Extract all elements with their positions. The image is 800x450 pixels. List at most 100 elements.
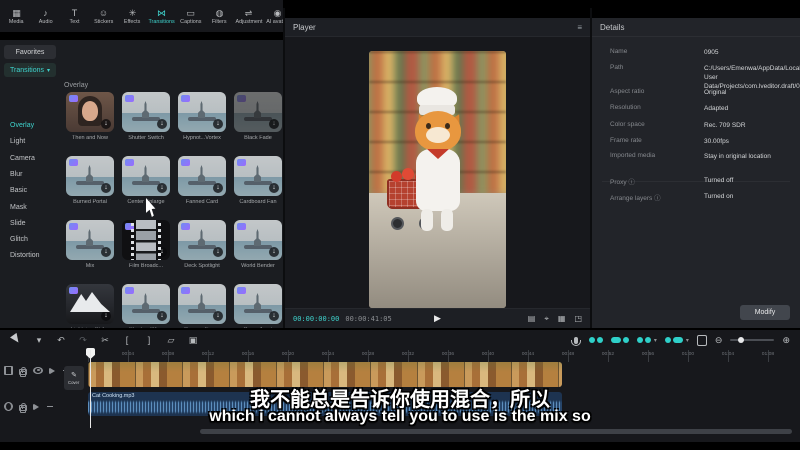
download-icon[interactable]: ↓ — [101, 119, 111, 129]
transition-thumbnail[interactable]: ↓ — [178, 284, 226, 324]
transition-thumbnail[interactable]: ↓ — [66, 284, 114, 324]
split-icon[interactable]: ✂ — [94, 335, 116, 346]
download-icon[interactable]: ↓ — [157, 183, 167, 193]
redo-icon[interactable]: ↷ — [72, 335, 94, 346]
transition-card[interactable]: ↓ Film Broadc... — [122, 220, 170, 269]
tab-text[interactable]: T Text — [60, 8, 89, 25]
preview-quality-icon[interactable] — [697, 335, 707, 345]
download-icon[interactable]: ↓ — [269, 183, 279, 193]
undo-icon[interactable]: ↶ — [50, 335, 72, 346]
sidebar-item-basic[interactable]: Basic — [10, 187, 27, 194]
sidebar-item-slide[interactable]: Slide — [10, 220, 26, 227]
transition-card[interactable]: ↓ Center Enlarge — [122, 156, 170, 205]
tab-audio[interactable]: ♪ Audio — [31, 8, 60, 25]
transition-card[interactable]: ↓ Camera Focus — [178, 284, 226, 328]
sidebar-item-mask[interactable]: Mask — [10, 204, 27, 211]
hide-icon[interactable] — [33, 367, 43, 374]
transition-card[interactable]: ↓ Fanned Card — [178, 156, 226, 205]
transition-card[interactable]: ↓ Mix — [66, 220, 114, 269]
download-icon[interactable]: ↓ — [101, 311, 111, 321]
sidebar-item-light[interactable]: Light — [10, 138, 25, 145]
transition-card[interactable]: ↓ Carve Apart — [234, 284, 282, 328]
transition-card[interactable]: ↓ Then and Now — [66, 92, 114, 141]
transitions-dropdown-button[interactable]: Transitions ▾ — [4, 63, 56, 77]
zoom-in-icon[interactable]: ⊕ — [782, 335, 790, 346]
transition-thumbnail[interactable]: ↓ — [178, 92, 226, 132]
timeline-ruler[interactable]: 00:0400:0800:1200:1600:2000:2400:2800:32… — [88, 350, 800, 362]
tab-effects[interactable]: ✳ Effects — [118, 8, 147, 25]
transition-card[interactable]: ↓ Deck Spotlight — [178, 220, 226, 269]
transition-thumbnail[interactable]: ↓ — [178, 156, 226, 196]
sidebar-item-overlay[interactable]: Overlay — [10, 122, 34, 129]
download-icon[interactable]: ↓ — [213, 183, 223, 193]
snap-preview-icon[interactable]: ⌖ — [544, 314, 549, 324]
download-icon[interactable]: ↓ — [269, 119, 279, 129]
tab-filters[interactable]: ◍ Filters — [205, 8, 234, 25]
select-tool-icon[interactable] — [6, 332, 28, 349]
tab-adjustment[interactable]: ⇌ Adjustment — [234, 8, 263, 25]
transition-thumbnail[interactable]: ↓ — [234, 92, 282, 132]
zoom-out-icon[interactable]: ⊖ — [715, 335, 723, 346]
transition-card[interactable]: ↓ Shutter Switch — [122, 92, 170, 141]
tab-stickers[interactable]: ☺ Stickers — [89, 8, 118, 25]
transition-thumbnail[interactable]: ↓ — [66, 156, 114, 196]
download-icon[interactable]: ↓ — [269, 311, 279, 321]
mute-icon[interactable] — [49, 368, 57, 374]
ratio-icon[interactable]: ▤ — [528, 314, 536, 324]
transition-thumbnail[interactable]: ↓ — [122, 220, 170, 260]
transition-card[interactable]: ↓ Black Fade — [234, 92, 282, 141]
transition-card[interactable]: ↓ Cardboard Fan — [234, 156, 282, 205]
tab-captions[interactable]: ▭ Captions — [176, 8, 205, 25]
download-icon[interactable]: ↓ — [157, 119, 167, 129]
play-button[interactable]: ▶ — [434, 313, 441, 324]
select-tool-caret[interactable]: ▾ — [28, 335, 50, 346]
delete-right-icon[interactable]: ] — [138, 335, 160, 345]
download-icon[interactable]: ↓ — [157, 311, 167, 321]
transition-thumbnail[interactable]: ↓ — [66, 220, 114, 260]
transition-thumbnail[interactable]: ↓ — [66, 92, 114, 132]
tab-transitions[interactable]: ⋈ Transitions — [147, 8, 176, 25]
download-icon[interactable]: ↓ — [213, 247, 223, 257]
sidebar-item-camera[interactable]: Camera — [10, 155, 35, 162]
transition-thumbnail[interactable]: ↓ — [122, 156, 170, 196]
delete-left-icon[interactable]: [ — [116, 335, 138, 345]
transition-thumbnail[interactable]: ↓ — [234, 220, 282, 260]
download-icon[interactable]: ↓ — [213, 311, 223, 321]
lock-icon[interactable] — [19, 369, 27, 375]
transition-thumbnail[interactable]: ↓ — [234, 284, 282, 324]
player-menu-icon[interactable]: ≡ — [577, 23, 582, 32]
sidebar-item-glitch[interactable]: Glitch — [10, 236, 28, 243]
quality-icon[interactable]: ▦ — [558, 314, 566, 324]
favorites-button[interactable]: Favorites — [4, 45, 56, 59]
transition-card[interactable]: ↓ Shadow Wipe — [122, 284, 170, 328]
sidebar-item-distortion[interactable]: Distortion — [10, 252, 40, 259]
transition-thumbnail[interactable]: ↓ — [122, 284, 170, 324]
download-icon[interactable]: ↓ — [269, 247, 279, 257]
transition-thumbnail[interactable]: ↓ — [178, 220, 226, 260]
download-icon[interactable]: ↓ — [101, 183, 111, 193]
timeline-zoom-slider[interactable] — [730, 339, 774, 341]
transition-thumbnail[interactable]: ↓ — [122, 92, 170, 132]
transition-thumbnail[interactable]: ↓ — [234, 156, 282, 196]
snap-toggle-icon[interactable] — [611, 337, 629, 343]
sidebar-item-blur[interactable]: Blur — [10, 171, 22, 178]
download-icon[interactable]: ↓ — [101, 247, 111, 257]
slider-knob[interactable] — [738, 337, 744, 343]
horizontal-scrollbar[interactable] — [200, 429, 792, 434]
mic-icon[interactable] — [571, 335, 581, 345]
tab-media[interactable]: ▦ Media — [2, 8, 31, 25]
transition-card[interactable]: ↓ World Bender — [234, 220, 282, 269]
mirror-icon[interactable]: ▱ — [160, 335, 182, 346]
link-toggle-icon[interactable]: ▾ — [637, 337, 657, 344]
magnet-toggle-icon[interactable] — [589, 337, 603, 343]
keyframe-toggle-icon[interactable]: ▾ — [665, 337, 689, 344]
crop-icon[interactable]: ▣ — [182, 335, 204, 346]
transition-card[interactable]: ↓ Lightning Strike — [66, 284, 114, 328]
fullscreen-icon[interactable]: ◳ — [574, 314, 582, 324]
track-type-icon[interactable] — [4, 366, 13, 375]
modify-button[interactable]: Modify — [740, 305, 790, 320]
transition-card[interactable]: ↓ Hypnot...Vortex — [178, 92, 226, 141]
download-icon[interactable]: ↓ — [157, 247, 167, 257]
download-icon[interactable]: ↓ — [213, 119, 223, 129]
transition-card[interactable]: ↓ Burned Portal — [66, 156, 114, 205]
